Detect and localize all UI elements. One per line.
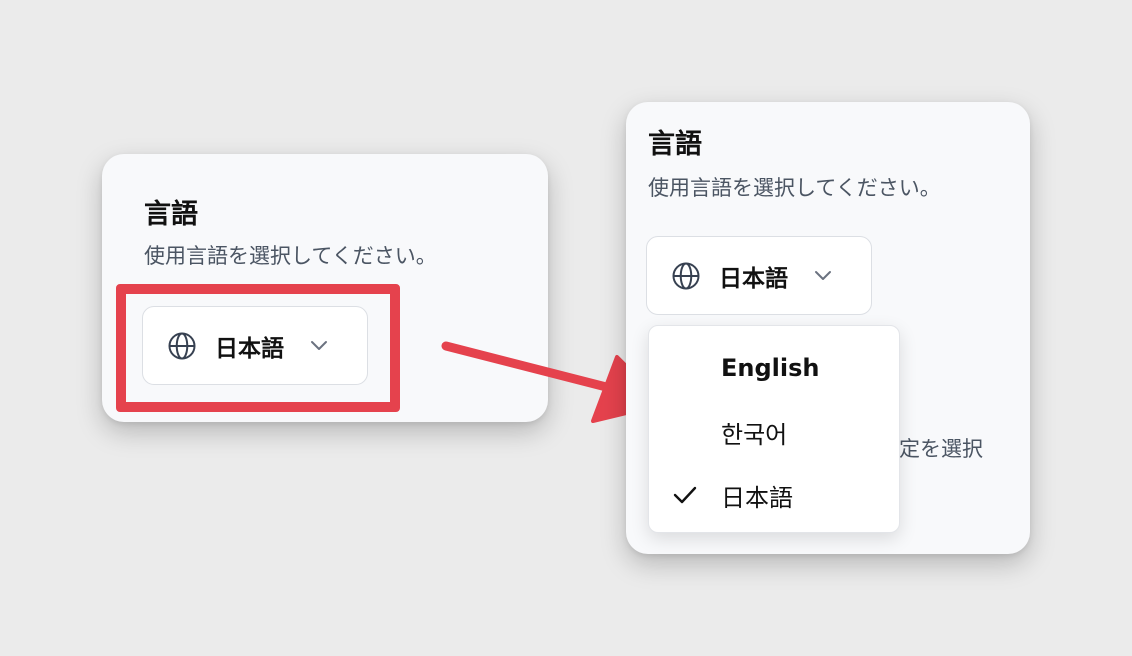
- option-label: English: [721, 354, 820, 382]
- card-subtitle: 使用言語を選択してください。: [648, 176, 941, 200]
- stage: 言語 使用言語を選択してください。 日本語 言語 使用言語を選択してください。: [0, 0, 1132, 656]
- option-label: 한국어: [721, 420, 788, 449]
- dropdown-option-english[interactable]: English: [649, 338, 899, 398]
- card-title: 言語: [648, 129, 702, 160]
- dropdown-option-japanese[interactable]: 日本語: [649, 465, 899, 525]
- check-icon: [673, 486, 697, 504]
- chevron-down-icon: [815, 270, 831, 280]
- globe-icon: [672, 262, 700, 289]
- dropdown-option-korean[interactable]: 한국어: [649, 402, 899, 462]
- language-select-value: 日本語: [719, 265, 788, 292]
- language-select[interactable]: 日本語: [646, 236, 872, 315]
- option-label: 日本語: [721, 483, 793, 512]
- language-dropdown-menu: English 한국어 日本語: [648, 325, 900, 533]
